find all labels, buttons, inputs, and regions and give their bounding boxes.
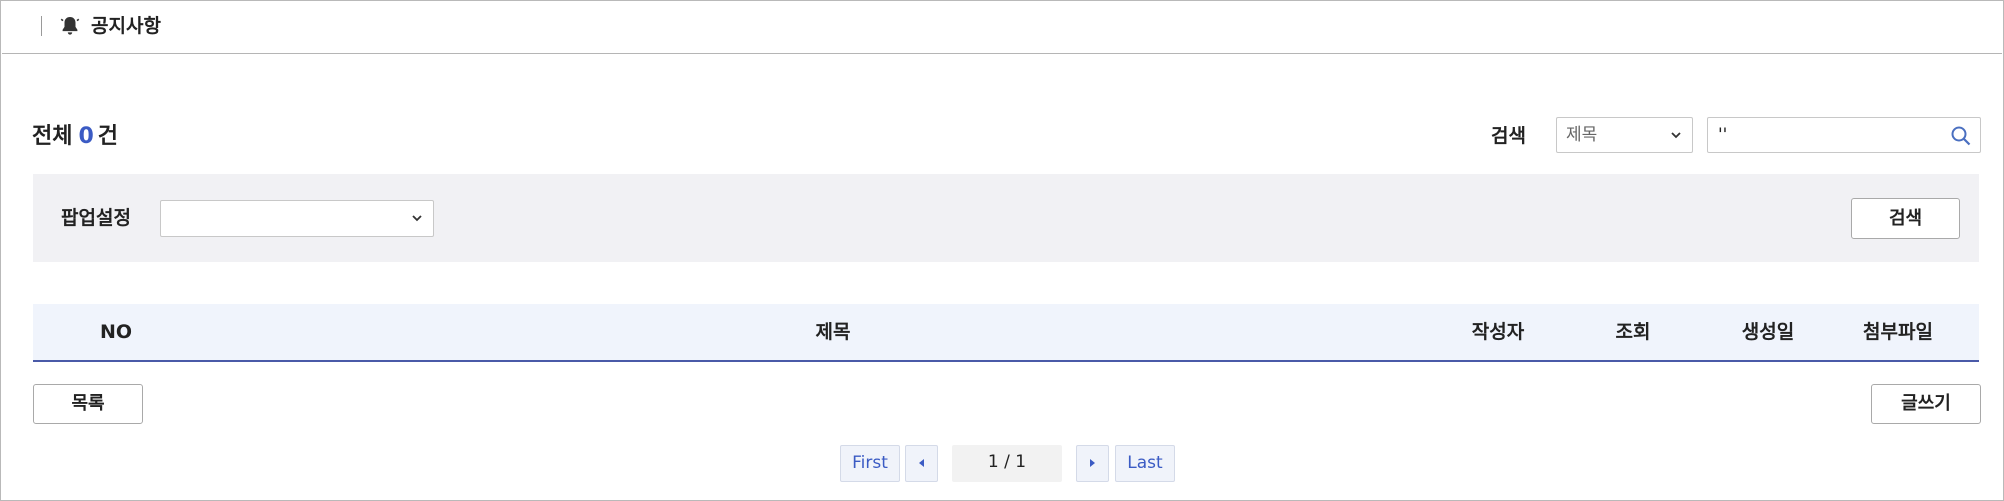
search-label: 검색 (1491, 125, 1526, 147)
column-title: 제목 (815, 321, 851, 343)
chevron-down-icon (412, 215, 422, 222)
panel-header: 공지사항 (2, 2, 2002, 54)
popup-setting-label: 팝업설정 (61, 207, 131, 229)
pagination-current: 1 / 1 (952, 445, 1062, 482)
list-button[interactable]: 목록 (33, 384, 143, 424)
pagination-next[interactable] (1076, 445, 1109, 482)
pagination-prev[interactable] (905, 445, 938, 482)
total-count: 전체 0 건 (32, 122, 118, 152)
search-field-selected: 제목 (1566, 125, 1598, 145)
header-divider (41, 16, 42, 36)
pagination-first[interactable]: First (840, 445, 900, 482)
triangle-left-icon (919, 459, 924, 467)
column-created-date: 생성일 (1741, 321, 1795, 343)
column-no: NO (99, 321, 133, 343)
total-suffix: 건 (97, 124, 119, 149)
search-field-select[interactable]: 제목 (1556, 117, 1693, 153)
triangle-right-icon (1090, 459, 1095, 467)
write-button[interactable]: 글쓰기 (1871, 384, 1981, 424)
table-header: NO 제목 작성자 조회 생성일 첨부파일 (33, 304, 1979, 362)
search-icon[interactable] (1950, 125, 1972, 147)
chevron-down-icon (1671, 132, 1681, 139)
search-button[interactable]: 검색 (1851, 198, 1960, 239)
column-views: 조회 (1615, 321, 1651, 343)
bell-icon (60, 17, 80, 35)
column-attachment: 첨부파일 (1863, 321, 1933, 343)
total-count-value: 0 (78, 124, 94, 149)
search-input-box (1707, 117, 1981, 153)
pagination-last[interactable]: Last (1115, 445, 1175, 482)
popup-setting-select[interactable] (160, 200, 434, 237)
page-title: 공지사항 (91, 15, 161, 37)
search-input[interactable] (1708, 118, 1938, 152)
total-prefix: 전체 (32, 124, 73, 149)
column-author: 작성자 (1471, 321, 1525, 343)
notice-board-panel: 공지사항 전체0건 검색 제목 팝업설정 검색 NO 제목 작성자 조회 생성일… (0, 0, 2004, 501)
